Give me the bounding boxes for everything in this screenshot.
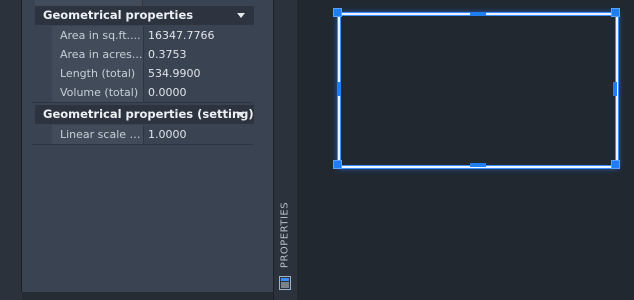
midpoint-grip-top[interactable] — [470, 12, 486, 16]
selected-rectangle-polyline[interactable] — [338, 13, 618, 168]
left-dock-edge — [0, 0, 22, 300]
properties-tab-label: PROPERTIES — [279, 201, 291, 269]
table-row[interactable]: Linear scale f... 1.0000 — [32, 125, 253, 145]
properties-palette-icon[interactable] — [279, 276, 291, 290]
corner-grip-top-right[interactable] — [611, 8, 620, 17]
midpoint-grip-left[interactable] — [337, 82, 341, 96]
property-value[interactable]: 0.0000 — [144, 83, 253, 102]
table-row[interactable]: Length (total) 534.9900 — [32, 64, 253, 84]
section-title: Geometrical properties — [43, 8, 194, 22]
midpoint-grip-bottom[interactable] — [470, 163, 486, 167]
property-value[interactable]: 0.3753 — [144, 45, 253, 64]
section-header-geometrical-properties-setting[interactable]: Geometrical properties (setting) — [35, 105, 254, 124]
property-label: Length (total) — [52, 64, 144, 83]
table-row[interactable]: Volume (total) 0.0000 — [32, 83, 253, 103]
row-indent — [32, 26, 52, 45]
property-label: Linear scale f... — [52, 125, 144, 144]
property-value[interactable]: 16347.7766 — [144, 26, 253, 45]
palette-bottom-bar — [22, 292, 273, 300]
property-value[interactable]: 1.0000 — [144, 125, 253, 144]
property-label: Area in acres... — [52, 45, 144, 64]
row-indent — [32, 45, 52, 64]
property-label: Volume (total) — [52, 83, 144, 102]
chevron-down-icon[interactable] — [237, 13, 245, 18]
section-title: Geometrical properties (setting) — [43, 107, 254, 121]
property-value[interactable]: 534.9900 — [144, 64, 253, 83]
properties-tab[interactable]: PROPERTIES — [277, 201, 293, 269]
row-indent — [32, 64, 52, 83]
table-row[interactable]: Area in acres... 0.3753 — [32, 45, 253, 65]
corner-grip-top-left[interactable] — [333, 8, 342, 17]
midpoint-grip-right[interactable] — [613, 82, 617, 96]
row-indent — [32, 83, 52, 102]
section-header-geometrical-properties[interactable]: Geometrical properties — [35, 6, 254, 25]
corner-grip-bottom-left[interactable] — [333, 160, 342, 169]
chevron-down-icon[interactable] — [237, 112, 245, 117]
property-label: Area in sq.ft.... — [52, 26, 144, 45]
corner-grip-bottom-right[interactable] — [611, 160, 620, 169]
row-indent — [32, 125, 52, 144]
table-row[interactable]: Area in sq.ft.... 16347.7766 — [32, 26, 253, 46]
